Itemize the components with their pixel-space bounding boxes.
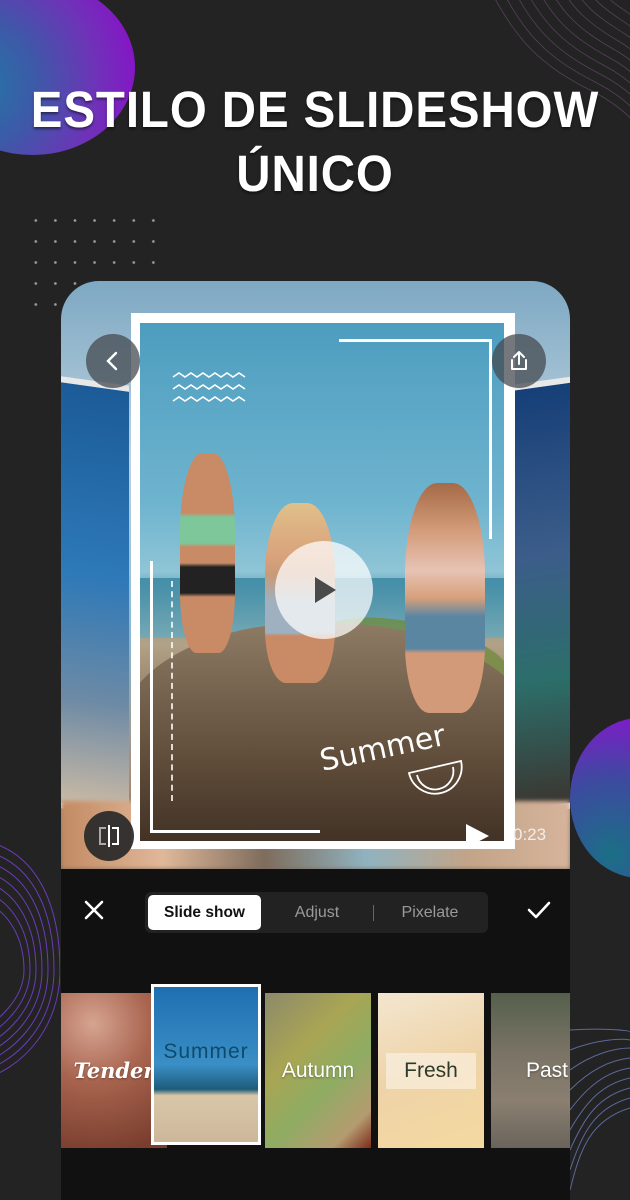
style-thumb-autumn[interactable]: Autumn (265, 993, 371, 1148)
watermelon-icon (407, 759, 463, 795)
style-label: Tender (73, 1058, 155, 1083)
share-upload-icon (511, 351, 527, 370)
decorative-contour-lines-left (0, 845, 60, 1073)
compare-button[interactable] (84, 811, 134, 861)
previous-slide-preview (61, 376, 129, 818)
decorative-gradient-orb-right (570, 718, 630, 878)
small-play-icon[interactable] (463, 821, 491, 851)
tab-slide-show[interactable]: Slide show (148, 895, 261, 930)
style-label: Fresh (386, 1052, 476, 1089)
frame-line-top (339, 339, 489, 342)
photo-person-3 (405, 483, 485, 713)
play-icon (315, 577, 336, 603)
play-button[interactable] (275, 541, 373, 639)
summer-sticker: Summer (317, 713, 469, 803)
headline: ESTILO DE SLIDESHOW ÚNICO (22, 78, 608, 206)
style-label: Past (525, 1058, 568, 1082)
frame-dashed-line (171, 581, 173, 801)
style-thumb-summer[interactable]: Summer (151, 984, 261, 1145)
headline-line-1: ESTILO DE SLIDESHOW (30, 81, 600, 138)
style-thumb-past[interactable]: Past (491, 993, 570, 1148)
frame-line-left (150, 561, 153, 831)
tab-adjust[interactable]: Adjust (261, 895, 373, 930)
back-button[interactable] (86, 334, 140, 388)
style-label: Autumn (281, 1058, 355, 1082)
headline-line-2: ÚNICO (236, 145, 394, 202)
chevron-left-icon (106, 351, 118, 371)
video-timestamp: 0:23 (513, 825, 547, 844)
tab-pixelate[interactable]: Pixelate (374, 895, 486, 930)
close-icon[interactable] (81, 897, 107, 923)
share-button[interactable] (492, 334, 546, 388)
phone-screen: Summer 0:23 Slide show Adjust Pixelate T… (61, 281, 570, 1200)
check-icon[interactable] (525, 897, 553, 923)
style-label: Summer (163, 1039, 249, 1063)
effect-tab-group: Slide show Adjust Pixelate (145, 892, 488, 933)
frame-line-right (489, 339, 492, 539)
compare-split-icon (99, 825, 119, 847)
waves-sticker-icon (172, 372, 246, 402)
style-thumb-fresh[interactable]: Fresh (378, 993, 484, 1148)
frame-line-bottom (150, 830, 320, 833)
photo-person-1 (180, 453, 235, 653)
decorative-contour-lines-right (570, 1028, 630, 1191)
next-slide-preview (509, 376, 570, 818)
